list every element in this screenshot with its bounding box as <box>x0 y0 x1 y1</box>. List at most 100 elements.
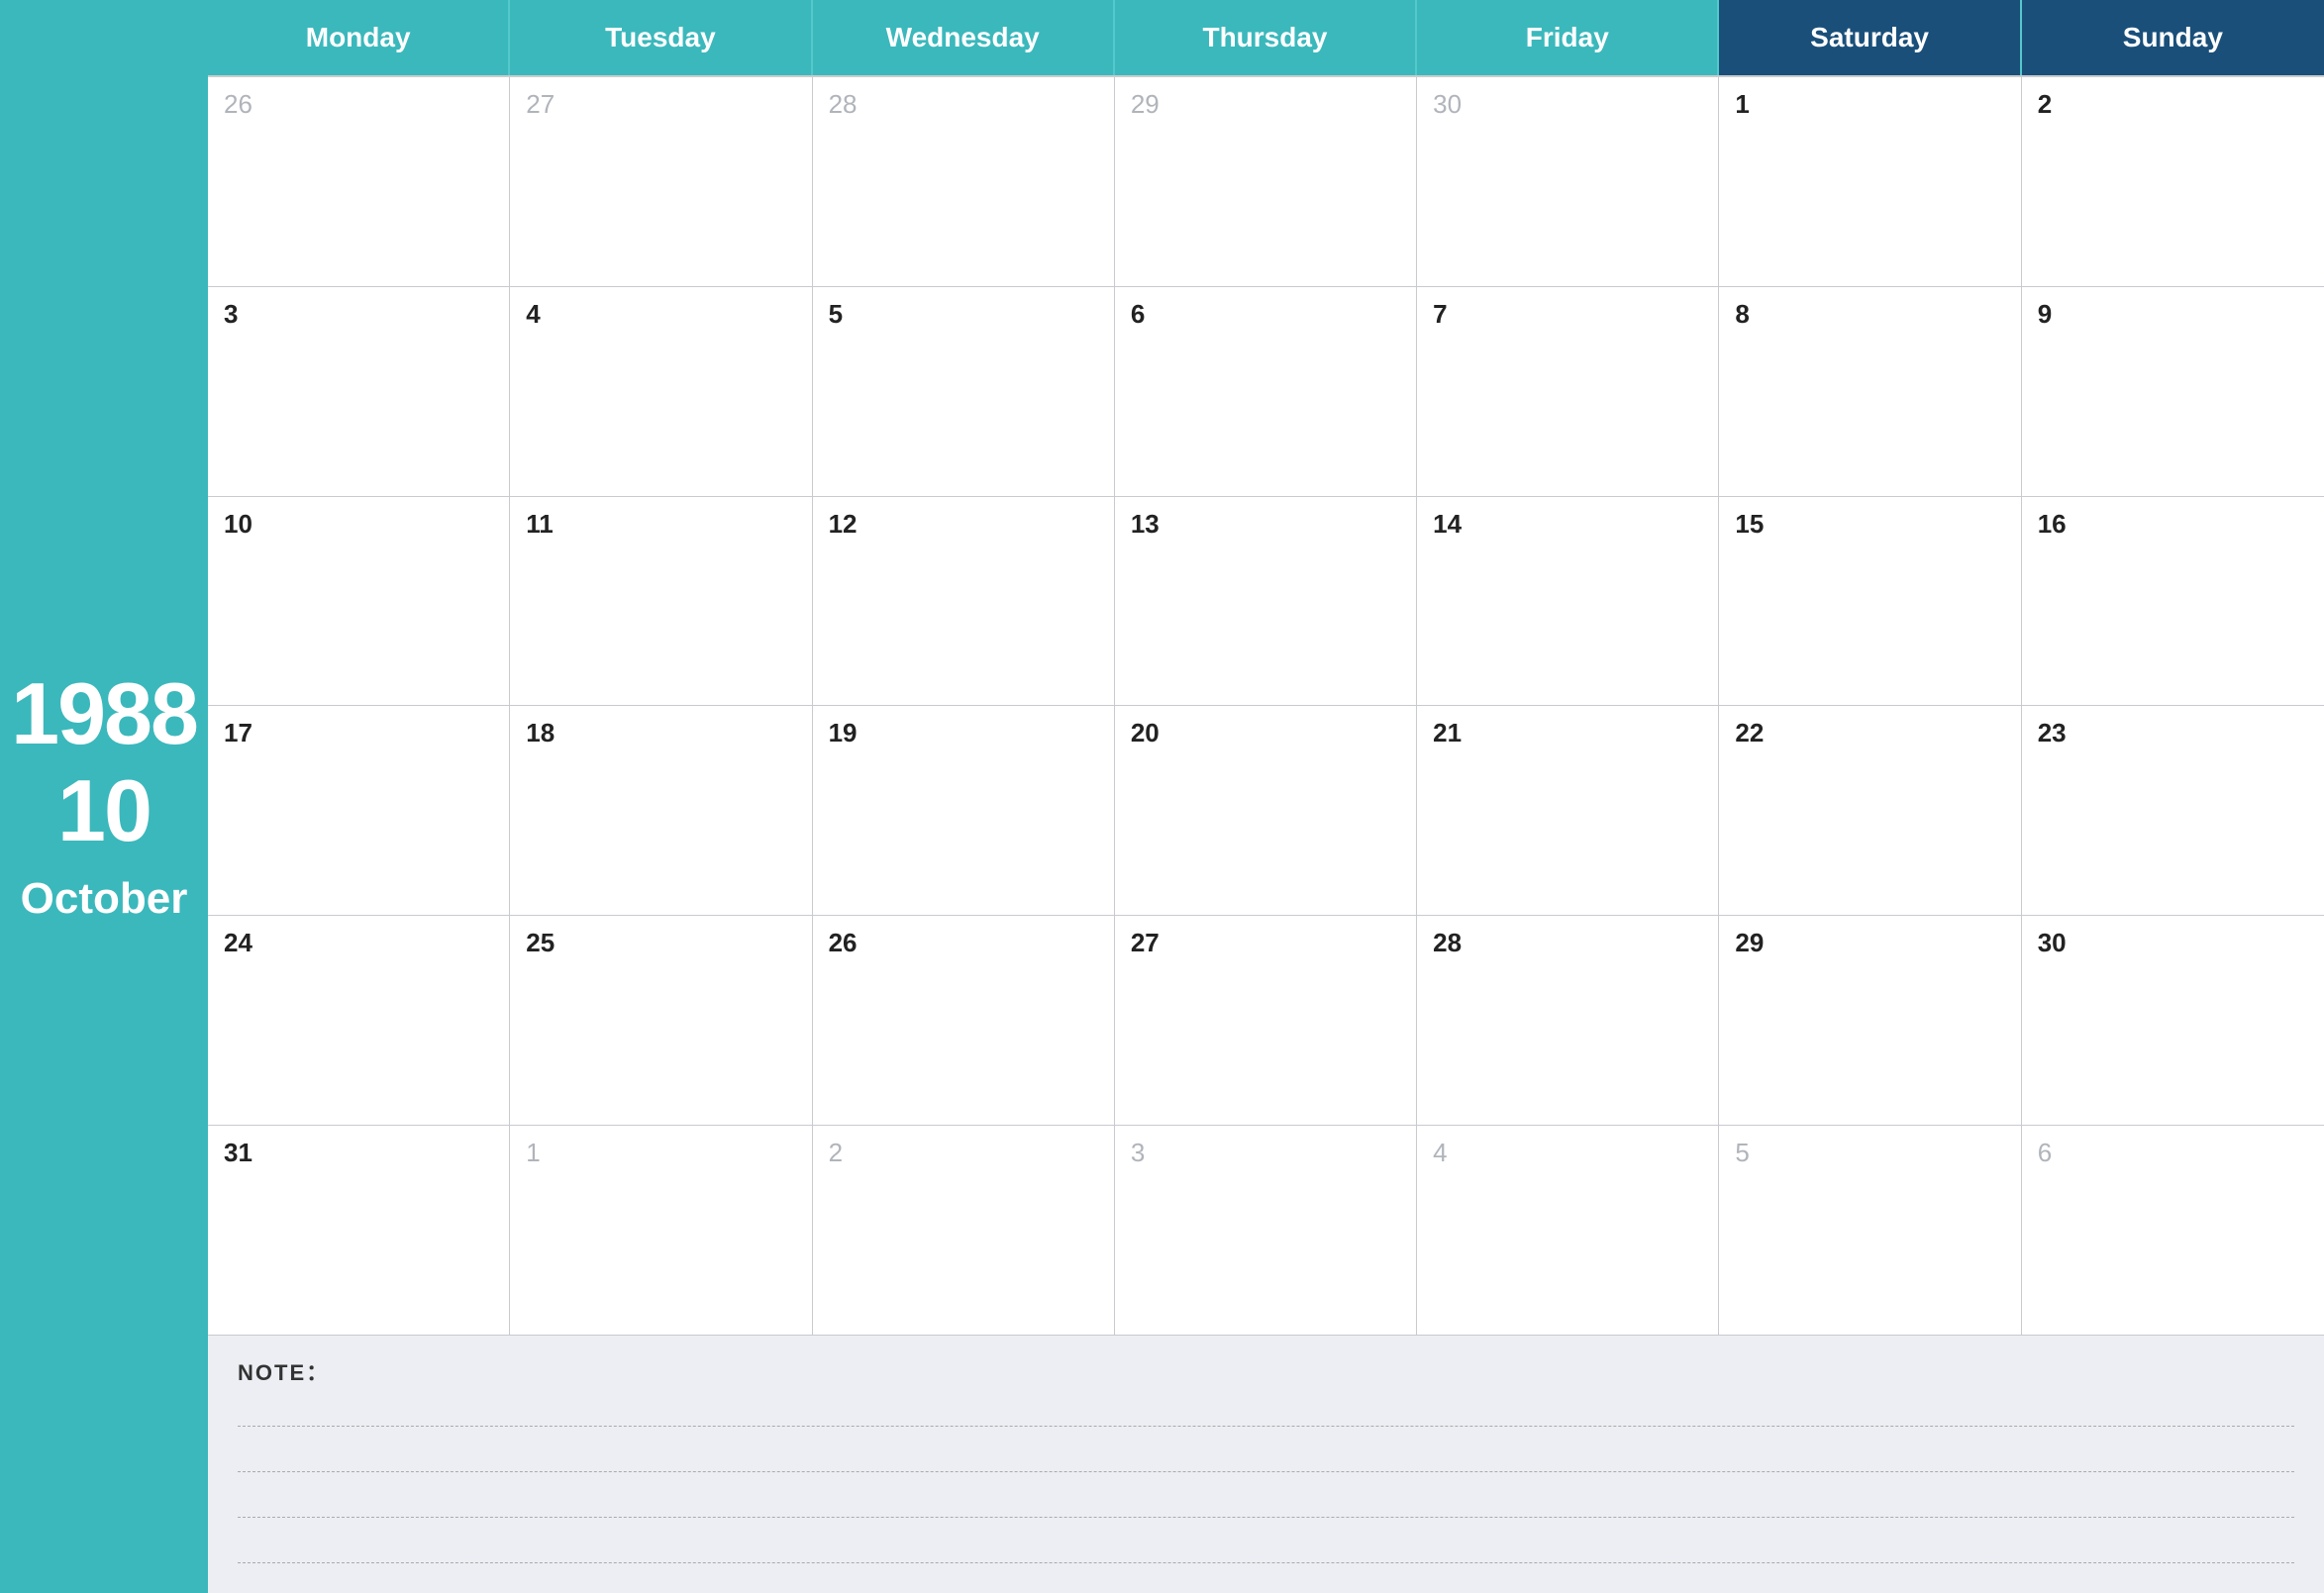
day-number: 11 <box>526 509 795 540</box>
day-cell[interactable]: 10 <box>208 497 510 706</box>
day-cell[interactable]: 6 <box>1115 287 1417 496</box>
day-cell[interactable]: 6 <box>2022 1126 2324 1335</box>
day-number: 12 <box>829 509 1098 540</box>
day-cell[interactable]: 9 <box>2022 287 2324 496</box>
day-number: 20 <box>1131 718 1400 748</box>
day-number: 6 <box>2038 1138 2308 1168</box>
note-line <box>238 1399 2294 1427</box>
day-cell[interactable]: 5 <box>1719 1126 2021 1335</box>
day-cell[interactable]: 8 <box>1719 287 2021 496</box>
day-number: 31 <box>224 1138 493 1168</box>
day-number: 23 <box>2038 718 2308 748</box>
day-number: 26 <box>224 89 493 120</box>
day-cell[interactable]: 5 <box>813 287 1115 496</box>
header-cell-wednesday: Wednesday <box>813 0 1115 75</box>
day-number: 15 <box>1735 509 2004 540</box>
day-cell[interactable]: 20 <box>1115 706 1417 915</box>
day-cell[interactable]: 27 <box>1115 916 1417 1125</box>
day-number: 3 <box>1131 1138 1400 1168</box>
day-cell[interactable]: 16 <box>2022 497 2324 706</box>
calendar-main: MondayTuesdayWednesdayThursdayFridaySatu… <box>208 0 2324 1593</box>
day-number: 8 <box>1735 299 2004 330</box>
note-line <box>238 1536 2294 1563</box>
week-row-4: 24 25 26 272829 30 <box>208 916 2324 1126</box>
day-cell[interactable]: 15 <box>1719 497 2021 706</box>
header-cell-monday: Monday <box>208 0 510 75</box>
day-cell[interactable]: 3 <box>208 287 510 496</box>
day-cell[interactable]: 14 <box>1417 497 1719 706</box>
header-cell-thursday: Thursday <box>1115 0 1417 75</box>
day-cell[interactable]: 12 <box>813 497 1115 706</box>
day-cell[interactable]: 26 <box>813 916 1115 1125</box>
day-cell[interactable]: 25 <box>510 916 812 1125</box>
note-section: NOTE： <box>208 1336 2324 1593</box>
day-cell[interactable]: 1 <box>1719 77 2021 286</box>
day-cell[interactable]: 22 <box>1719 706 2021 915</box>
day-cell[interactable]: 2 <box>813 1126 1115 1335</box>
day-number: 18 <box>526 718 795 748</box>
month-number-display: 10 <box>57 767 151 854</box>
day-number: 4 <box>526 299 795 330</box>
day-cell[interactable]: 4 <box>1417 1126 1719 1335</box>
day-number: 19 <box>829 718 1098 748</box>
day-number: 30 <box>1433 89 1702 120</box>
note-line <box>238 1444 2294 1472</box>
header-cell-tuesday: Tuesday <box>510 0 812 75</box>
day-number: 27 <box>526 89 795 120</box>
day-cell[interactable]: 26 <box>208 77 510 286</box>
day-number: 24 <box>224 928 493 958</box>
header-cell-friday: Friday <box>1417 0 1719 75</box>
day-number: 26 <box>829 928 1098 958</box>
day-number: 28 <box>829 89 1098 120</box>
day-cell[interactable]: 1 <box>510 1126 812 1335</box>
day-cell[interactable]: 24 <box>208 916 510 1125</box>
week-row-2: 10 11 12 13 14 15 16 <box>208 497 2324 707</box>
weeks-container: 2627282930123456789101112131415161718192… <box>208 77 2324 1336</box>
day-cell[interactable]: 28 <box>1417 916 1719 1125</box>
day-cell[interactable]: 27 <box>510 77 812 286</box>
day-cell[interactable]: 4 <box>510 287 812 496</box>
header-cell-saturday: Saturday <box>1719 0 2021 75</box>
day-number: 5 <box>1735 1138 2004 1168</box>
calendar-grid: MondayTuesdayWednesdayThursdayFridaySatu… <box>208 0 2324 1336</box>
year-display: 1988 <box>11 670 197 757</box>
day-cell[interactable]: 17 <box>208 706 510 915</box>
day-cell[interactable]: 2 <box>2022 77 2324 286</box>
day-cell[interactable]: 19 <box>813 706 1115 915</box>
day-number: 25 <box>526 928 795 958</box>
day-number: 5 <box>829 299 1098 330</box>
calendar-sidebar: 1988 10 October <box>0 0 208 1593</box>
month-name-display: October <box>21 874 188 924</box>
day-number: 16 <box>2038 509 2308 540</box>
day-number: 7 <box>1433 299 1702 330</box>
day-number: 30 <box>2038 928 2308 958</box>
day-cell[interactable]: 18 <box>510 706 812 915</box>
day-number: 9 <box>2038 299 2308 330</box>
day-cell[interactable]: 7 <box>1417 287 1719 496</box>
note-lines <box>238 1399 2294 1563</box>
day-cell[interactable]: 30 <box>1417 77 1719 286</box>
day-cell[interactable]: 31 <box>208 1126 510 1335</box>
day-number: 1 <box>1735 89 2004 120</box>
day-cell[interactable]: 21 <box>1417 706 1719 915</box>
week-row-5: 31 1 2 3 4 5 6 <box>208 1126 2324 1336</box>
day-number: 1 <box>526 1138 795 1168</box>
week-row-1: 34 567 8 9 <box>208 287 2324 497</box>
day-cell[interactable]: 13 <box>1115 497 1417 706</box>
calendar-header: MondayTuesdayWednesdayThursdayFridaySatu… <box>208 0 2324 77</box>
day-number: 17 <box>224 718 493 748</box>
day-cell[interactable]: 28 <box>813 77 1115 286</box>
day-cell[interactable]: 30 <box>2022 916 2324 1125</box>
day-cell[interactable]: 11 <box>510 497 812 706</box>
week-row-0: 26 27 28 29 30 12 <box>208 77 2324 287</box>
day-number: 22 <box>1735 718 2004 748</box>
day-cell[interactable]: 29 <box>1115 77 1417 286</box>
day-cell[interactable]: 29 <box>1719 916 2021 1125</box>
day-number: 4 <box>1433 1138 1702 1168</box>
day-number: 2 <box>829 1138 1098 1168</box>
day-cell[interactable]: 23 <box>2022 706 2324 915</box>
note-line <box>238 1490 2294 1518</box>
day-number: 14 <box>1433 509 1702 540</box>
day-cell[interactable]: 3 <box>1115 1126 1417 1335</box>
week-row-3: 17 18 19 20 21 22 23 <box>208 706 2324 916</box>
